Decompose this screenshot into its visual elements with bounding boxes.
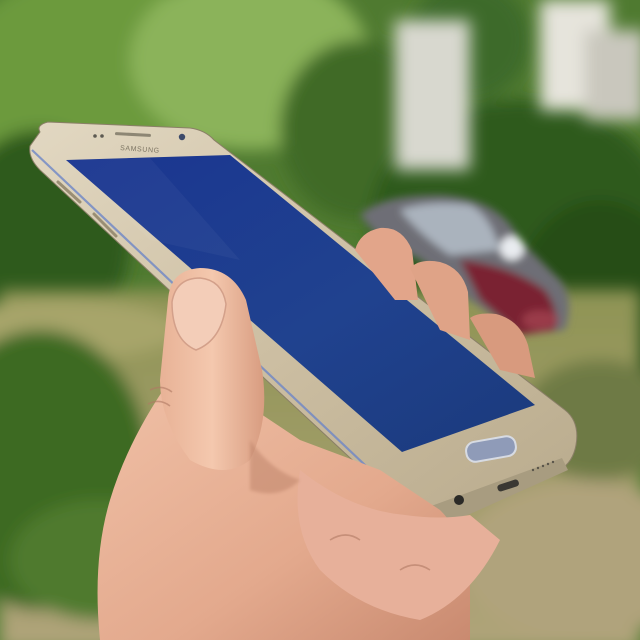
front-camera-icon [178, 133, 186, 141]
sensor-icon [100, 134, 104, 138]
headphone-jack-icon [454, 495, 464, 505]
photo-scene: SAMSUNG [0, 0, 640, 640]
sensor-icon [93, 134, 97, 138]
